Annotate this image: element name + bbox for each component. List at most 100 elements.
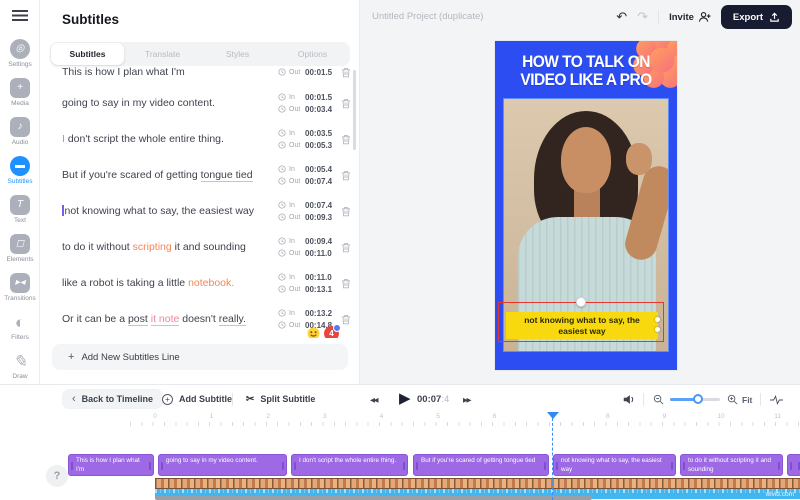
clock-icon — [278, 68, 286, 76]
sidebar-item-transitions[interactable]: ▸◂ Transitions — [0, 268, 40, 307]
subtitle-text[interactable]: to do it without scripting it and soundi… — [62, 241, 278, 254]
undo-icon[interactable]: ↶ — [616, 9, 627, 25]
clock-icon — [278, 177, 286, 185]
subtitle-row[interactable]: like a robot is taking a little notebook… — [50, 265, 355, 301]
delete-subtitle-icon[interactable] — [339, 170, 353, 181]
subtitle-text[interactable]: not knowing what to say, the easiest way — [62, 205, 278, 218]
snap-pulse-icon[interactable] — [770, 395, 783, 405]
subtitle-text[interactable]: going to say in my video content. — [62, 97, 278, 110]
slider-knob[interactable] — [693, 394, 703, 404]
tab-label: Subtitles — [69, 49, 106, 59]
delete-subtitle-icon[interactable] — [339, 278, 353, 289]
subtitle-row[interactable]: not knowing what to say, the easiest way… — [50, 193, 355, 229]
sidebar-item-settings[interactable]: ◎ Settings — [0, 34, 40, 73]
add-new-subtitles-line-button[interactable]: + Add New Subtitles Line — [52, 344, 348, 370]
delete-subtitle-icon[interactable] — [339, 314, 353, 325]
zoom-out-icon[interactable] — [653, 394, 664, 405]
volume-icon[interactable] — [622, 393, 636, 406]
caption-selection-box[interactable]: not knowing what to say, the easiest way — [498, 297, 664, 342]
fit-button[interactable]: Fit — [742, 395, 752, 405]
sidebar-item-draw[interactable]: ✎ Draw — [0, 346, 40, 385]
timeline-subtitle-block[interactable] — [787, 454, 800, 476]
back-to-timeline-button[interactable]: ‹ Back to Timeline — [62, 389, 164, 409]
time-in[interactable]: In 00:07.4 — [278, 201, 336, 210]
timeline-ruler[interactable]: 0 1 2 3 4 5 6 7 8 9 10 11 — [130, 413, 800, 427]
tab-styles[interactable]: Styles — [200, 42, 275, 66]
sidebar-item-elements[interactable]: ◻ Elements — [0, 229, 40, 268]
time-in[interactable]: In 00:05.4 — [278, 165, 336, 174]
skip-forward-icon[interactable]: ▶▶ — [463, 396, 472, 404]
split-subtitle-button[interactable]: ✂ Split Subtitle — [242, 389, 319, 409]
video-track-filmstrip[interactable] — [155, 478, 800, 489]
tab-translate[interactable]: Translate — [125, 42, 200, 66]
subtitle-text[interactable]: This is how I plan what I'm — [62, 66, 278, 78]
sidebar-item-audio[interactable]: ♪ Audio — [0, 112, 40, 151]
resize-handle[interactable] — [655, 317, 660, 322]
time-out[interactable]: Out 00:07.4 — [278, 177, 336, 186]
subtitle-row[interactable]: going to say in my video content. In 00:… — [50, 85, 355, 121]
time-in[interactable]: In 00:09.4 — [278, 237, 336, 246]
play-button[interactable]: ▶ — [399, 389, 411, 407]
subtitle-row[interactable]: This is how I plan what I'm Out 00:01.5 — [50, 66, 355, 85]
delete-subtitle-icon[interactable] — [339, 206, 353, 217]
hamburger-menu-icon[interactable] — [12, 10, 28, 21]
subtitle-row[interactable]: But if you're scared of getting tongue t… — [50, 157, 355, 193]
smiley-emoji-icon[interactable] — [307, 327, 320, 338]
sidebar-item-filters[interactable]: ◐ Filters — [0, 307, 40, 346]
time-in[interactable]: In 00:03.5 — [278, 129, 336, 138]
timeline-subtitle-block[interactable]: to do it without scripting it and soundi… — [680, 454, 783, 476]
timeline-subtitle-block[interactable]: going to say in my video content. — [158, 454, 287, 476]
timeline-zoom-slider[interactable] — [670, 394, 720, 404]
project-title[interactable]: Untitled Project (duplicate) — [372, 11, 483, 22]
subtitle-text[interactable]: I don't script the whole entire thing. — [62, 133, 278, 146]
time-out[interactable]: Out 00:03.4 — [278, 105, 336, 114]
timeline-subtitle-block[interactable]: I don't script the whole entire thing. — [291, 454, 408, 476]
time-in[interactable]: In 00:11.0 — [278, 273, 336, 282]
delete-subtitle-icon[interactable] — [339, 67, 353, 78]
playhead[interactable] — [547, 412, 559, 500]
subtitle-text[interactable]: But if you're scared of getting tongue t… — [62, 168, 278, 183]
subtitle-text[interactable]: like a robot is taking a little notebook… — [62, 277, 278, 290]
timeline-subtitle-block[interactable]: But if you're scared of getting tongue t… — [413, 454, 549, 476]
export-upload-icon — [770, 12, 779, 22]
timeline-subtitle-block[interactable]: not knowing what to say, the easiest way — [553, 454, 676, 476]
time-out[interactable]: Out 00:05.3 — [278, 141, 336, 150]
time-out[interactable]: Out 00:09.3 — [278, 213, 336, 222]
caption-overlay[interactable]: not knowing what to say, the easiest way — [506, 312, 658, 339]
add-subtitle-button[interactable]: + Add Subtitle — [158, 389, 236, 409]
watermark-text: wlvid.com — [765, 491, 794, 498]
subtitle-row[interactable]: I don't script the whole entire thing. I… — [50, 121, 355, 157]
resize-handle[interactable] — [655, 327, 660, 332]
sidebar-item-text[interactable]: T Text — [0, 190, 40, 229]
delete-subtitle-icon[interactable] — [339, 98, 353, 109]
rotate-handle[interactable] — [576, 297, 586, 307]
delete-subtitle-icon[interactable] — [339, 134, 353, 145]
comment-count-badge[interactable]: 4 — [324, 324, 341, 338]
sidebar-item-media[interactable]: + Media — [0, 73, 40, 112]
export-button[interactable]: Export — [720, 5, 792, 29]
clock-icon — [278, 237, 286, 245]
panel-scrollbar[interactable] — [353, 70, 356, 150]
timeline-subtitle-block[interactable]: This is how I plan what I'm — [68, 454, 154, 476]
invite-button[interactable]: Invite — [669, 11, 711, 23]
time-out[interactable]: Out 00:11.0 — [278, 249, 336, 258]
tab-subtitles[interactable]: Subtitles — [51, 43, 124, 65]
help-button[interactable]: ? — [46, 465, 68, 487]
subtitle-row[interactable]: Or it can be a post it note doesn't real… — [50, 301, 355, 338]
timeline-scrollbar[interactable] — [155, 496, 592, 500]
time-out[interactable]: Out 00:01.5 — [278, 68, 336, 77]
subtitle-row[interactable]: to do it without scripting it and soundi… — [50, 229, 355, 265]
delete-subtitle-icon[interactable] — [339, 242, 353, 253]
clock-icon — [278, 285, 286, 293]
redo-icon[interactable]: ↷ — [637, 9, 648, 25]
time-in[interactable]: In 00:13.2 — [278, 309, 336, 318]
video-canvas[interactable]: HOW TO TALK ON VIDEO LIKE A PRO not know… — [495, 41, 677, 370]
time-in[interactable]: In 00:01.5 — [278, 93, 336, 102]
tab-options[interactable]: Options — [275, 42, 350, 66]
skip-back-icon[interactable]: ◀◀ — [370, 396, 379, 404]
sidebar-item-subtitles[interactable]: ▬ Subtitles — [0, 151, 40, 190]
subtitle-text[interactable]: Or it can be a post it note doesn't real… — [62, 312, 278, 327]
ruler-second-label: 11 — [774, 413, 781, 420]
zoom-in-icon[interactable] — [727, 394, 738, 405]
time-out[interactable]: Out 00:13.1 — [278, 285, 336, 294]
